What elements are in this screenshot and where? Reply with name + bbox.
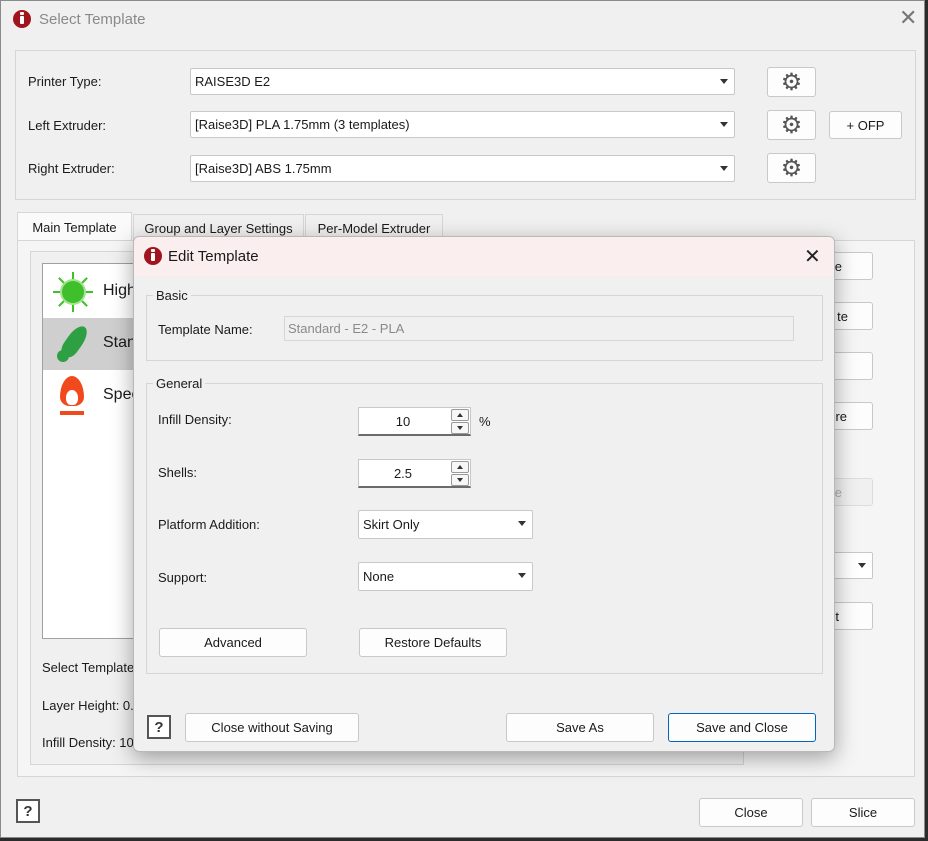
window-titlebar: Select Template ✕ [1, 1, 924, 38]
general-legend: General [153, 376, 206, 391]
left-extruder-settings-button[interactable]: ⚙ [767, 110, 816, 140]
close-button[interactable]: Close [699, 798, 803, 827]
increment-arrow-icon[interactable] [451, 409, 469, 421]
dropdown-arrow-icon [720, 122, 728, 127]
list-item[interactable]: Stand [43, 318, 141, 370]
dialog-help-button[interactable]: ? [147, 715, 171, 739]
list-item-label: High [103, 282, 136, 299]
platform-addition-combo[interactable]: Skirt Only [358, 510, 533, 539]
restore-defaults-button[interactable]: Restore Defaults [359, 628, 507, 657]
tab-main-template[interactable]: Main Template [17, 212, 132, 241]
dialog-close-icon[interactable]: ✕ [804, 245, 821, 267]
rocket-icon [55, 322, 95, 366]
printer-settings-button[interactable]: ⚙ [767, 67, 816, 97]
right-extruder-settings-button[interactable]: ⚙ [767, 153, 816, 183]
right-extruder-label: Right Extruder: [28, 161, 115, 176]
infill-density-summary-label: Infill Density: 10 [42, 735, 134, 750]
window-close-icon[interactable]: ✕ [899, 8, 917, 30]
basic-legend: Basic [153, 288, 191, 303]
help-button[interactable]: ? [16, 799, 40, 823]
list-item[interactable]: High [43, 266, 141, 318]
support-combo[interactable]: None [358, 562, 533, 591]
infill-density-spinbox[interactable]: 10 [358, 407, 471, 436]
shells-label: Shells: [158, 465, 198, 480]
platform-addition-label: Platform Addition: [158, 517, 260, 532]
ofp-button[interactable]: + OFP [829, 111, 902, 139]
dropdown-arrow-icon [518, 573, 526, 578]
layer-height-label: Layer Height: 0. [42, 698, 134, 713]
shells-value: 2.5 [393, 466, 413, 481]
select-template-label: Select Template [42, 660, 135, 675]
left-extruder-value: [Raise3D] PLA 1.75mm (3 templates) [195, 117, 410, 132]
support-label: Support: [158, 570, 208, 585]
infill-density-value: 10 [395, 414, 411, 429]
gear-icon: ⚙ [780, 154, 803, 182]
fire-icon [55, 374, 89, 418]
dialog-title: Edit Template [168, 248, 259, 265]
support-value: None [363, 569, 395, 584]
printer-type-label: Printer Type: [28, 74, 102, 89]
advanced-button[interactable]: Advanced [159, 628, 307, 657]
decrement-arrow-icon[interactable] [451, 474, 469, 486]
increment-arrow-icon[interactable] [451, 461, 469, 473]
raise3d-logo-icon [144, 247, 162, 265]
list-item[interactable]: Speed [43, 370, 141, 422]
save-as-button[interactable]: Save As [506, 713, 654, 742]
gear-icon: ⚙ [780, 111, 803, 139]
template-name-label: Template Name: [158, 322, 253, 337]
right-extruder-value: [Raise3D] ABS 1.75mm [195, 161, 332, 176]
window-title: Select Template [39, 11, 146, 28]
dialog-titlebar: Edit Template ✕ [134, 237, 834, 276]
template-list[interactable]: High Stand Speed [42, 263, 142, 639]
infill-density-label: Infill Density: [158, 412, 232, 427]
shells-spinbox[interactable]: 2.5 [358, 459, 471, 488]
slice-button[interactable]: Slice [811, 798, 915, 827]
dropdown-arrow-icon [858, 563, 866, 568]
printer-type-combo[interactable]: RAISE3D E2 [190, 68, 735, 95]
printer-type-value: RAISE3D E2 [195, 74, 271, 89]
dropdown-arrow-icon [518, 521, 526, 526]
dropdown-arrow-icon [720, 79, 728, 84]
infill-unit-label: % [479, 414, 491, 429]
raise3d-logo-icon [13, 10, 31, 28]
right-extruder-combo[interactable]: [Raise3D] ABS 1.75mm [190, 155, 735, 182]
dropdown-arrow-icon [720, 166, 728, 171]
template-name-field: Standard - E2 - PLA [284, 316, 794, 341]
save-and-close-button[interactable]: Save and Close [668, 713, 816, 742]
platform-addition-value: Skirt Only [363, 517, 420, 532]
gear-icon: ⚙ [780, 68, 803, 96]
edit-template-dialog: Edit Template ✕ Basic Template Name: Sta… [133, 236, 835, 752]
decrement-arrow-icon[interactable] [451, 422, 469, 434]
left-extruder-label: Left Extruder: [28, 118, 107, 133]
left-extruder-combo[interactable]: [Raise3D] PLA 1.75mm (3 templates) [190, 111, 735, 138]
virus-icon [51, 270, 95, 314]
close-without-saving-button[interactable]: Close without Saving [185, 713, 359, 742]
